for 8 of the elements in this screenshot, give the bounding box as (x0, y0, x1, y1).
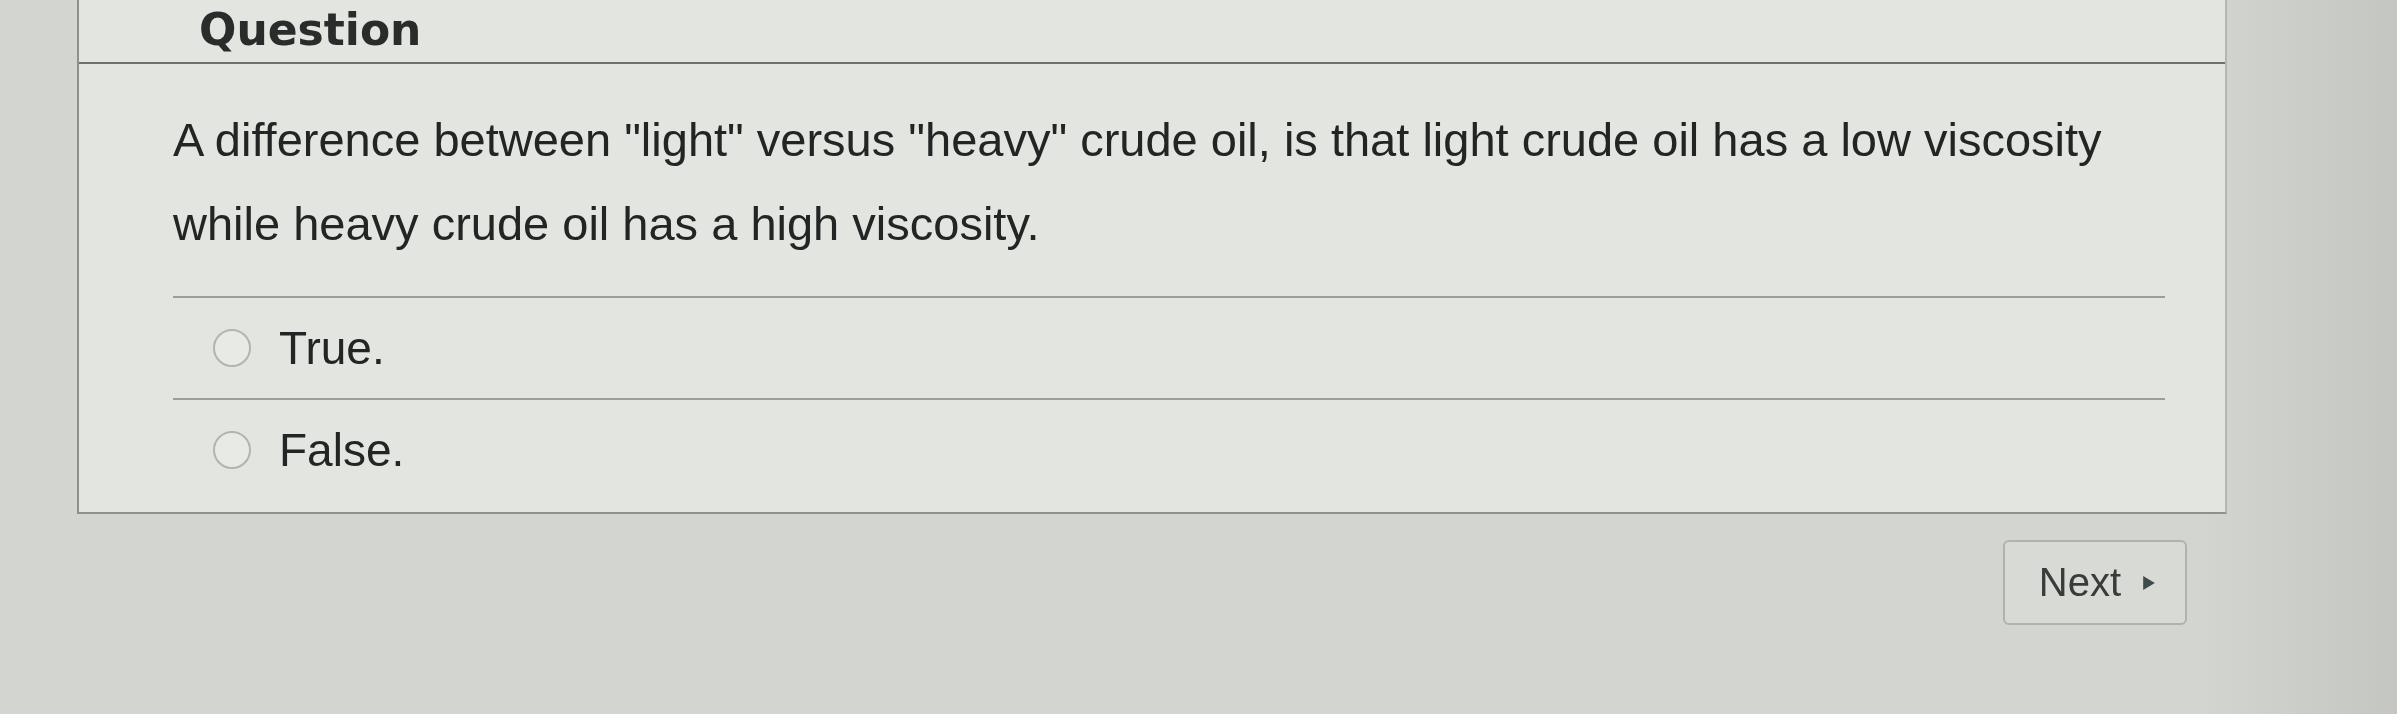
radio-button[interactable] (213, 431, 251, 469)
option-label[interactable]: True. (279, 320, 385, 376)
question-heading: Question (199, 4, 422, 56)
next-button[interactable]: Next (2002, 540, 2187, 625)
option-label[interactable]: False. (279, 422, 405, 478)
radio-button[interactable] (213, 329, 251, 367)
caret-right-icon (2143, 575, 2155, 590)
question-text: A difference between "light" versus "heavy" crude oil, is that light crude oil has a low viscosity while heavy crude oil has a high viscosity. (173, 112, 2103, 252)
